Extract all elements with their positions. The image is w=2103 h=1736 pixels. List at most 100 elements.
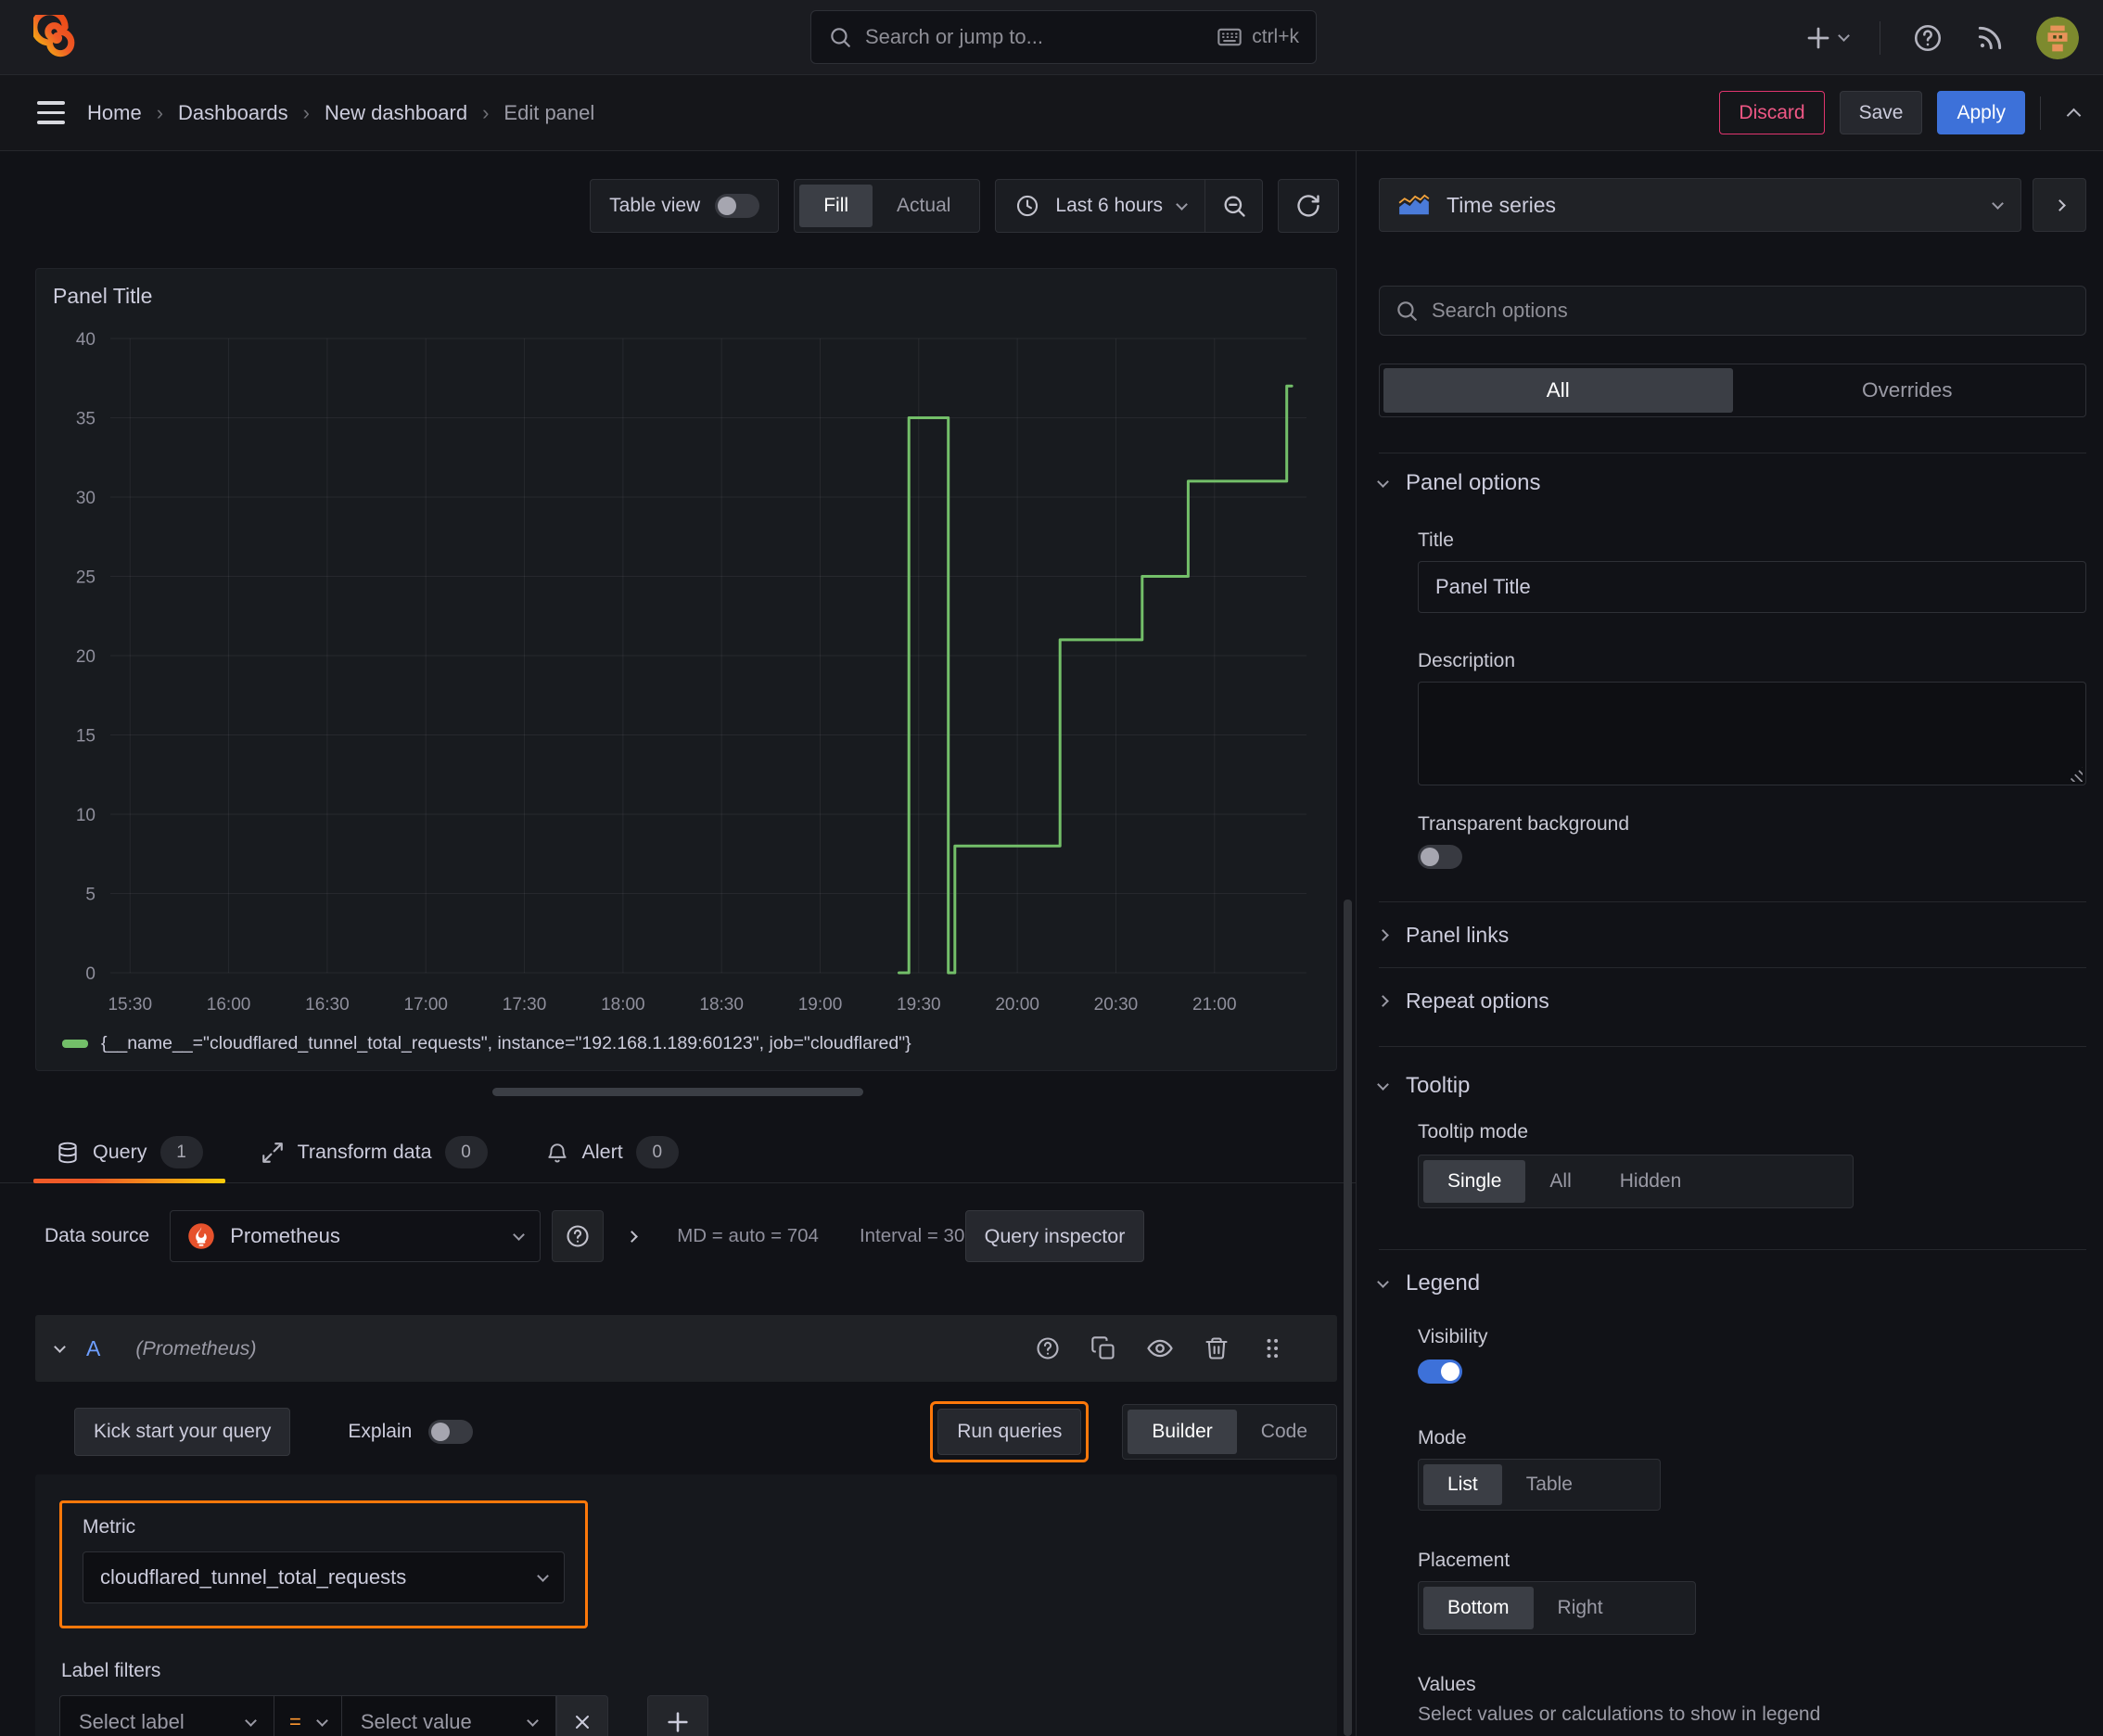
- chevron-down-icon: [526, 1714, 539, 1727]
- query-help-icon[interactable]: [1035, 1335, 1061, 1361]
- select-label-dropdown[interactable]: Select label: [59, 1695, 274, 1736]
- expand-stats-button[interactable]: [626, 1230, 639, 1243]
- breadcrumb-dashboards[interactable]: Dashboards: [178, 101, 288, 125]
- code-option[interactable]: Code: [1237, 1410, 1332, 1454]
- run-queries-button[interactable]: Run queries: [937, 1409, 1082, 1455]
- legend-series-label[interactable]: {__name__="cloudflared_tunnel_total_requ…: [101, 1033, 911, 1054]
- tab-all[interactable]: All: [1383, 368, 1733, 413]
- collapse-options-button[interactable]: [2066, 105, 2082, 123]
- chevron-right-icon: [1377, 928, 1389, 941]
- panel-title-input[interactable]: [1418, 561, 2086, 613]
- bell-icon: [545, 1141, 569, 1165]
- chevron-down-icon: [513, 1228, 526, 1241]
- options-search[interactable]: [1379, 286, 2086, 336]
- legend-marker[interactable]: [62, 1039, 88, 1048]
- horizontal-resize-handle[interactable]: [492, 1088, 863, 1096]
- transform-icon: [261, 1141, 285, 1165]
- table-view-toggle[interactable]: [715, 194, 760, 218]
- legend-section-header[interactable]: Legend: [1377, 1254, 2086, 1313]
- toggle-viz-picker-button[interactable]: [2033, 178, 2086, 232]
- tab-query-label: Query: [93, 1141, 147, 1163]
- repeat-options-section[interactable]: Repeat options: [1377, 968, 2086, 1033]
- breadcrumb-new-dashboard[interactable]: New dashboard: [325, 101, 467, 125]
- apply-button[interactable]: Apply: [1937, 91, 2025, 134]
- main-column: Table view Fill Actual Last 6 hours Pane…: [0, 151, 1356, 1736]
- placement-right-option[interactable]: Right: [1534, 1587, 1627, 1629]
- select-value-dropdown[interactable]: Select value: [340, 1695, 556, 1736]
- breadcrumb-home[interactable]: Home: [87, 101, 142, 125]
- remove-filter-button[interactable]: [555, 1695, 608, 1736]
- panel-links-label: Panel links: [1406, 922, 1510, 947]
- new-menu-button[interactable]: [1804, 24, 1850, 52]
- search-input[interactable]: [865, 25, 1204, 49]
- svg-text:40: 40: [76, 330, 96, 350]
- toggle-visibility-icon[interactable]: [1146, 1334, 1174, 1362]
- datasource-select[interactable]: Prometheus: [170, 1210, 542, 1262]
- avatar[interactable]: [2036, 17, 2079, 59]
- editor-tabs: Query 1 Transform data 0 Alert 0: [0, 1122, 1356, 1183]
- shortcut-hint: ctrl+k: [1217, 24, 1299, 50]
- placement-bottom-option[interactable]: Bottom: [1423, 1587, 1534, 1629]
- zoom-out-button[interactable]: [1204, 180, 1262, 232]
- query-row-header[interactable]: A (Prometheus): [35, 1315, 1337, 1382]
- mode-list-option[interactable]: List: [1423, 1464, 1502, 1505]
- transparent-background-toggle[interactable]: [1418, 845, 1462, 869]
- tooltip-single-option[interactable]: Single: [1423, 1160, 1526, 1203]
- chart-legend: {__name__="cloudflared_tunnel_total_requ…: [53, 1028, 1319, 1059]
- vertical-scrollbar[interactable]: [1344, 900, 1352, 1736]
- metric-select[interactable]: cloudflared_tunnel_total_requests: [83, 1551, 565, 1603]
- operator-dropdown[interactable]: =: [274, 1695, 341, 1736]
- tab-alert[interactable]: Alert 0: [523, 1122, 701, 1182]
- fill-option[interactable]: Fill: [799, 185, 873, 227]
- description-textarea[interactable]: [1418, 682, 2086, 785]
- chevron-down-icon: [1176, 198, 1188, 211]
- chevron-down-icon: [1377, 475, 1389, 488]
- legend-visibility-toggle[interactable]: [1418, 1359, 1462, 1384]
- grafana-logo-icon[interactable]: [33, 15, 80, 61]
- tab-query[interactable]: Query 1: [33, 1122, 225, 1183]
- refresh-button[interactable]: [1278, 179, 1339, 233]
- svg-text:18:30: 18:30: [699, 995, 744, 1015]
- tab-overrides[interactable]: Overrides: [1733, 368, 2083, 413]
- svg-text:21:00: 21:00: [1192, 995, 1237, 1015]
- tooltip-section-header[interactable]: Tooltip: [1377, 1056, 2086, 1116]
- duplicate-query-icon[interactable]: [1090, 1335, 1116, 1361]
- drag-handle-icon[interactable]: [1259, 1335, 1285, 1361]
- table-view-group: Table view: [590, 179, 780, 233]
- tooltip-all-option[interactable]: All: [1525, 1160, 1595, 1203]
- mode-table-option[interactable]: Table: [1502, 1464, 1597, 1505]
- builder-option[interactable]: Builder: [1128, 1410, 1237, 1454]
- save-button[interactable]: Save: [1839, 91, 1923, 134]
- query-inspector-button[interactable]: Query inspector: [964, 1210, 1145, 1262]
- actual-option[interactable]: Actual: [873, 185, 975, 227]
- delete-query-icon[interactable]: [1204, 1335, 1230, 1361]
- tab-transform-data[interactable]: Transform data 0: [238, 1122, 510, 1182]
- kick-start-button[interactable]: Kick start your query: [74, 1408, 291, 1456]
- datasource-name: Prometheus: [230, 1224, 340, 1247]
- time-range-picker[interactable]: Last 6 hours: [996, 180, 1204, 232]
- metric-label: Metric: [83, 1516, 136, 1538]
- help-icon[interactable]: [1912, 22, 1944, 54]
- svg-text:16:00: 16:00: [207, 995, 251, 1015]
- tooltip-hidden-option[interactable]: Hidden: [1596, 1160, 1706, 1203]
- datasource-help-button[interactable]: [552, 1210, 605, 1262]
- explain-toggle[interactable]: [428, 1420, 474, 1444]
- add-filter-button[interactable]: [646, 1695, 708, 1736]
- global-search[interactable]: ctrl+k: [810, 10, 1317, 64]
- metric-highlight: Metric cloudflared_tunnel_total_requests: [59, 1500, 588, 1628]
- panel-options-section-header[interactable]: Panel options: [1377, 453, 2086, 513]
- svg-text:5: 5: [85, 886, 96, 905]
- menu-icon[interactable]: [37, 101, 65, 124]
- visualization-select[interactable]: Time series: [1379, 178, 2021, 232]
- options-search-input[interactable]: [1432, 299, 2071, 323]
- discard-button[interactable]: Discard: [1719, 91, 1825, 134]
- divider: [1379, 1249, 2086, 1250]
- alert-count-badge: 0: [635, 1136, 679, 1168]
- svg-text:0: 0: [85, 964, 96, 984]
- time-series-chart[interactable]: 0 5 10 15 20 25 30 35 40 15:30 16:00 16:30 17:00 17:3…: [53, 324, 1319, 1026]
- panel-links-section[interactable]: Panel links: [1377, 902, 2086, 967]
- legend-values-hint: Select values or calculations to show in…: [1418, 1704, 1821, 1725]
- news-rss-icon[interactable]: [1975, 23, 2005, 53]
- chevron-up-icon: [2066, 108, 2082, 123]
- time-series-icon: [1398, 194, 1430, 216]
